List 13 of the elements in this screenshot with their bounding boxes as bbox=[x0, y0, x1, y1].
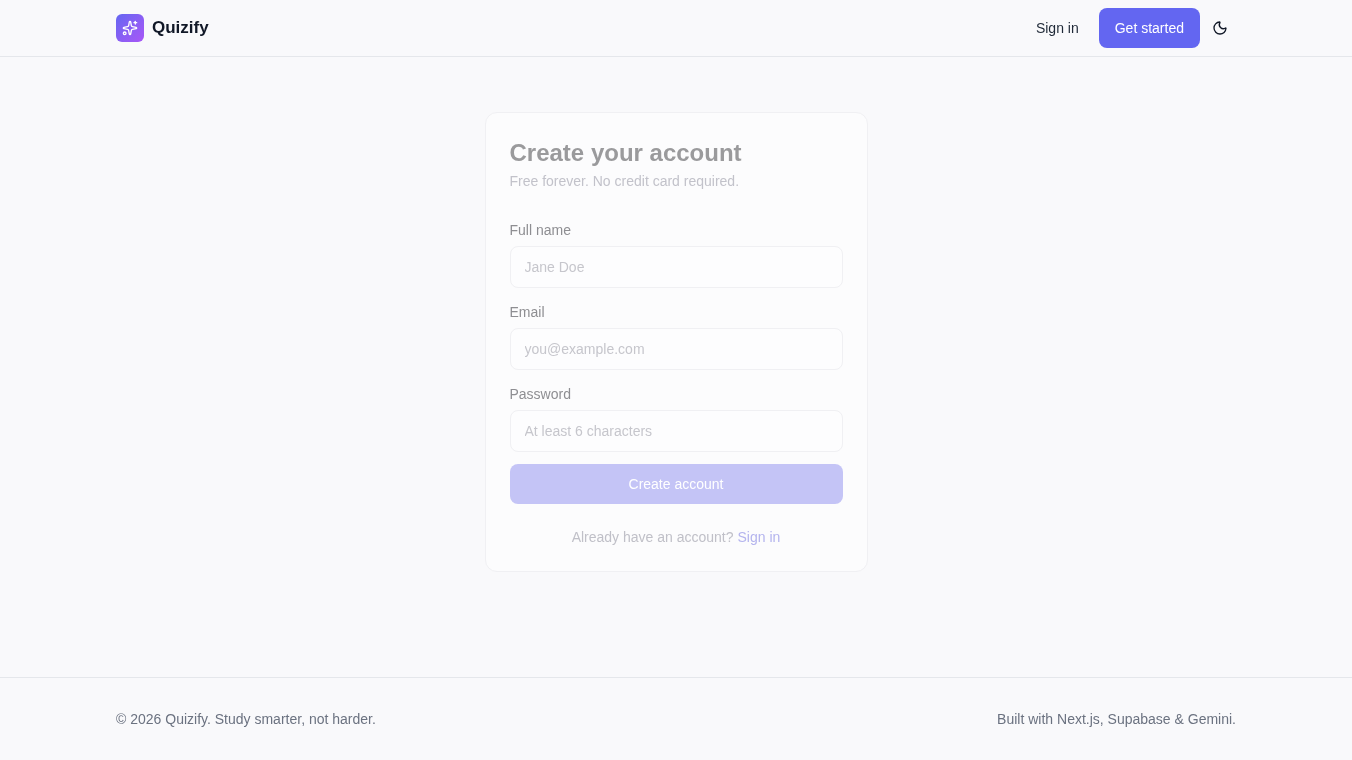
get-started-button[interactable]: Get started bbox=[1098, 8, 1200, 48]
sign-in-link[interactable]: Sign in bbox=[1027, 13, 1087, 43]
sparkle-logo-icon bbox=[116, 14, 144, 42]
built-with-text: Built with Next.js, Supabase & Gemini. bbox=[997, 709, 1236, 729]
form-title: Create your account bbox=[509, 138, 743, 168]
field-label: Full name bbox=[509, 221, 572, 240]
account-prompt-text: Already have an account? bbox=[571, 528, 734, 547]
field-label: Email bbox=[509, 303, 546, 322]
brand-name: Quizify bbox=[152, 17, 209, 40]
copyright-text: © 2026 Quizify. Study smarter, not harder. bbox=[116, 709, 376, 729]
form-subtitle: Free forever. No credit card required. bbox=[509, 172, 741, 191]
field-label: Password bbox=[509, 385, 572, 404]
moon-theme-toggle-icon[interactable] bbox=[1212, 20, 1228, 36]
